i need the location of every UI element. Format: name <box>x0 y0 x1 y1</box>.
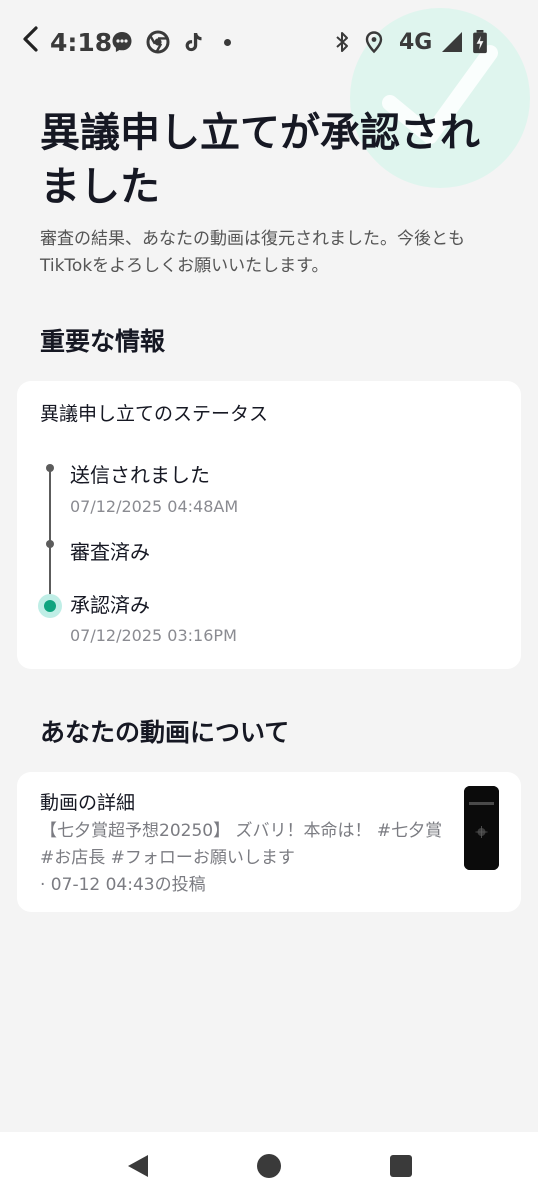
video-details-card[interactable]: 動画の詳細 【七夕賞超予想20250】 ズバリ！本命は！ #七夕賞 #お店長 #… <box>17 772 521 912</box>
video-description: 【七夕賞超予想20250】 ズバリ！本命は！ #七夕賞 #お店長 #フォローお願… <box>40 821 443 868</box>
appeal-status-title: 異議申し立てのステータス <box>40 403 269 425</box>
messenger-icon <box>112 32 132 52</box>
back-arrow-icon[interactable] <box>18 24 44 54</box>
nav-home-icon[interactable] <box>255 1152 283 1180</box>
important-info-heading: 重要な情報 <box>40 327 166 356</box>
chrome-icon <box>146 30 170 54</box>
status-time: 4:18 <box>50 28 113 57</box>
timeline-dot-reviewed <box>46 540 54 548</box>
about-video-heading: あなたの動画について <box>40 718 290 747</box>
video-details-title: 動画の詳細 <box>40 792 136 814</box>
nav-back-icon[interactable] <box>124 1152 152 1180</box>
video-posted-time: · 07-12 04:43の投稿 <box>40 875 206 895</box>
nav-recents-icon[interactable] <box>387 1152 415 1180</box>
battery-icon <box>473 30 487 54</box>
network-type: 4G <box>399 30 433 55</box>
system-nav-bar <box>0 1132 538 1200</box>
bluetooth-icon <box>336 32 348 52</box>
video-thumbnail-image <box>464 786 499 870</box>
step-approved-label: 承認済み <box>70 593 150 617</box>
status-bar: 4:18 4G <box>0 0 538 84</box>
step-reviewed-label: 審査済み <box>70 540 150 564</box>
step-approved-time: 07/12/2025 03:16PM <box>70 626 237 645</box>
page-subtitle: 審査の結果、あなたの動画は復元されました。今後ともTikTokをよろしくお願いい… <box>40 229 465 276</box>
step-submitted-label: 送信されました <box>70 463 210 487</box>
appeal-status-card: 異議申し立てのステータス 送信されました 07/12/2025 04:48AM … <box>17 381 521 669</box>
signal-icon <box>442 32 462 52</box>
location-icon <box>365 31 383 54</box>
timeline-dot-approved <box>38 594 62 618</box>
page-title: 異議申し立てが承認されました <box>40 110 480 210</box>
video-description-block: 【七夕賞超予想20250】 ズバリ！本命は！ #七夕賞 #お店長 #フォローお願… <box>40 818 460 899</box>
video-thumbnail[interactable] <box>464 786 499 870</box>
timeline-dot-submitted <box>46 464 54 472</box>
notification-dot <box>224 39 231 46</box>
timeline-line <box>49 467 51 603</box>
tiktok-icon <box>185 33 202 52</box>
step-submitted-time: 07/12/2025 04:48AM <box>70 497 239 516</box>
